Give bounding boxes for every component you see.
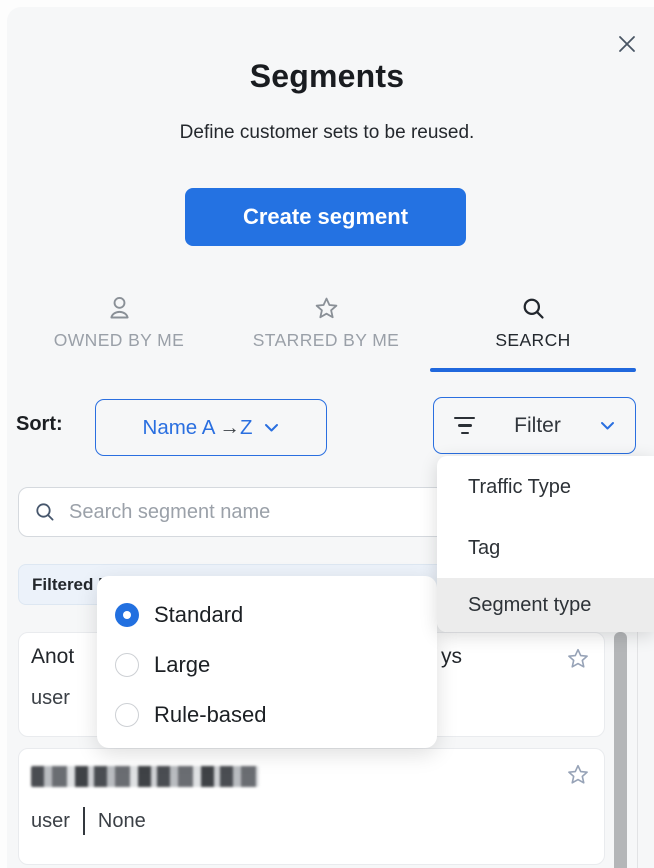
sort-dropdown-button[interactable]: Name A→Z (95, 399, 327, 456)
chevron-down-icon (600, 421, 615, 431)
close-icon[interactable] (615, 32, 639, 56)
tab-search[interactable]: SEARCH (430, 295, 636, 351)
filter-menu-item-tag[interactable]: Tag (437, 518, 654, 578)
create-segment-button[interactable]: Create segment (185, 188, 466, 246)
star-icon[interactable] (565, 646, 591, 672)
redacted-segment-title (31, 766, 259, 787)
filter-menu-item-traffic-type[interactable]: Traffic Type (437, 456, 654, 518)
tab-search-label: SEARCH (495, 330, 570, 351)
radio-icon (115, 653, 139, 677)
radio-selected-icon (115, 603, 139, 627)
page-subtitle: Define customer sets to be reused. (0, 122, 654, 144)
filter-button-label: Filter (514, 414, 561, 438)
segment-meta: user None (31, 807, 146, 835)
segment-meta: user (31, 687, 70, 710)
star-icon[interactable] (565, 762, 591, 788)
scrollbar-thumb[interactable] (614, 632, 627, 868)
radio-icon (115, 703, 139, 727)
segment-title-fragment: Anot (31, 645, 74, 669)
search-icon (33, 500, 57, 524)
tab-starred-by-me[interactable]: STARRED BY ME (230, 295, 422, 351)
tab-owned-by-me[interactable]: OWNED BY ME (23, 295, 215, 351)
sort-arrow: → (219, 416, 240, 439)
tab-starred-label: STARRED BY ME (253, 330, 400, 351)
tab-owned-label: OWNED BY ME (54, 330, 184, 351)
filter-menu: Traffic Type Tag Segment type (437, 456, 654, 632)
scrollbar-track-line (637, 632, 638, 868)
segment-title-fragment: ys (441, 645, 462, 669)
sort-label: Sort: (16, 413, 63, 436)
meta-separator (83, 807, 85, 835)
person-icon (106, 295, 133, 322)
active-tab-underline (430, 368, 636, 372)
search-icon (520, 295, 547, 322)
filter-icon (454, 417, 475, 435)
option-large[interactable]: Large (97, 640, 437, 690)
star-icon (313, 295, 340, 322)
chevron-down-icon (264, 423, 279, 433)
page-title: Segments (0, 58, 654, 95)
segments-modal: Segments Define customer sets to be reus… (0, 0, 654, 868)
filter-dropdown-button[interactable]: Filter (433, 397, 636, 454)
option-standard[interactable]: Standard (97, 590, 437, 640)
sort-value: Name A→Z (143, 416, 253, 440)
option-rule-based[interactable]: Rule-based (97, 690, 437, 740)
filter-menu-item-segment-type[interactable]: Segment type (437, 578, 654, 632)
segment-list-item[interactable]: user None (18, 748, 605, 865)
segment-type-options-menu: Standard Large Rule-based (97, 576, 437, 748)
create-segment-label: Create segment (243, 204, 408, 230)
